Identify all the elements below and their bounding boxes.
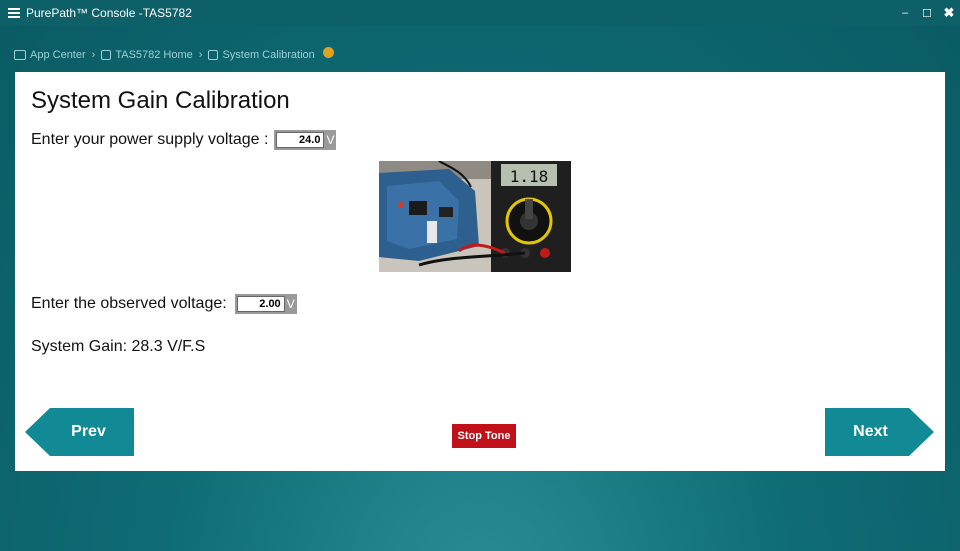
app-center-icon bbox=[14, 50, 26, 60]
system-gain-text: System Gain: 28.3 V/F.S bbox=[31, 338, 206, 355]
prev-button[interactable]: Prev bbox=[25, 408, 134, 456]
observed-voltage-field: V bbox=[234, 294, 297, 314]
supply-voltage-input[interactable] bbox=[276, 132, 325, 148]
observed-voltage-input[interactable] bbox=[236, 296, 285, 312]
maximize-button[interactable]: ☐ bbox=[916, 7, 938, 20]
observed-voltage-unit: V bbox=[286, 297, 295, 311]
stop-tone-button[interactable]: Stop Tone bbox=[452, 424, 516, 448]
chip-icon bbox=[208, 50, 219, 60]
next-button[interactable]: Next bbox=[825, 408, 934, 456]
calibration-panel: System Gain Calibration Enter your power… bbox=[15, 72, 945, 471]
title-bar: PurePath™ Console -TAS5782 – ☐ ✖ bbox=[0, 0, 960, 26]
breadcrumb-system-calibration[interactable]: System Calibration bbox=[208, 46, 334, 61]
breadcrumb-tas5782-home[interactable]: TAS5782 Home bbox=[101, 49, 193, 61]
supply-voltage-row: Enter your power supply voltage : V bbox=[31, 130, 337, 150]
supply-voltage-field: V bbox=[274, 130, 337, 150]
breadcrumb-app-center[interactable]: App Center bbox=[14, 49, 86, 61]
minimize-button[interactable]: – bbox=[894, 7, 916, 19]
close-button[interactable]: ✖ bbox=[938, 5, 960, 21]
supply-voltage-label: Enter your power supply voltage : bbox=[31, 131, 269, 148]
breadcrumb-label: System Calibration bbox=[222, 49, 315, 61]
breadcrumb-separator: › bbox=[91, 49, 96, 61]
multimeter-photo: 1.18 bbox=[379, 161, 571, 272]
breadcrumb-label: TAS5782 Home bbox=[115, 49, 193, 61]
notification-badge-icon bbox=[322, 46, 334, 58]
window-title: PurePath™ Console -TAS5782 bbox=[26, 6, 192, 20]
observed-voltage-row: Enter the observed voltage: V bbox=[31, 294, 297, 314]
hamburger-menu-icon[interactable] bbox=[8, 8, 20, 18]
chip-icon bbox=[101, 50, 112, 60]
breadcrumb: App Center › TAS5782 Home › System Calib… bbox=[14, 46, 334, 63]
breadcrumb-label: App Center bbox=[30, 49, 86, 61]
observed-voltage-label: Enter the observed voltage: bbox=[31, 295, 227, 312]
breadcrumb-separator: › bbox=[198, 49, 203, 61]
supply-voltage-unit: V bbox=[326, 133, 335, 147]
multimeter-reading: 1.18 bbox=[510, 167, 549, 186]
page-title: System Gain Calibration bbox=[31, 87, 290, 114]
